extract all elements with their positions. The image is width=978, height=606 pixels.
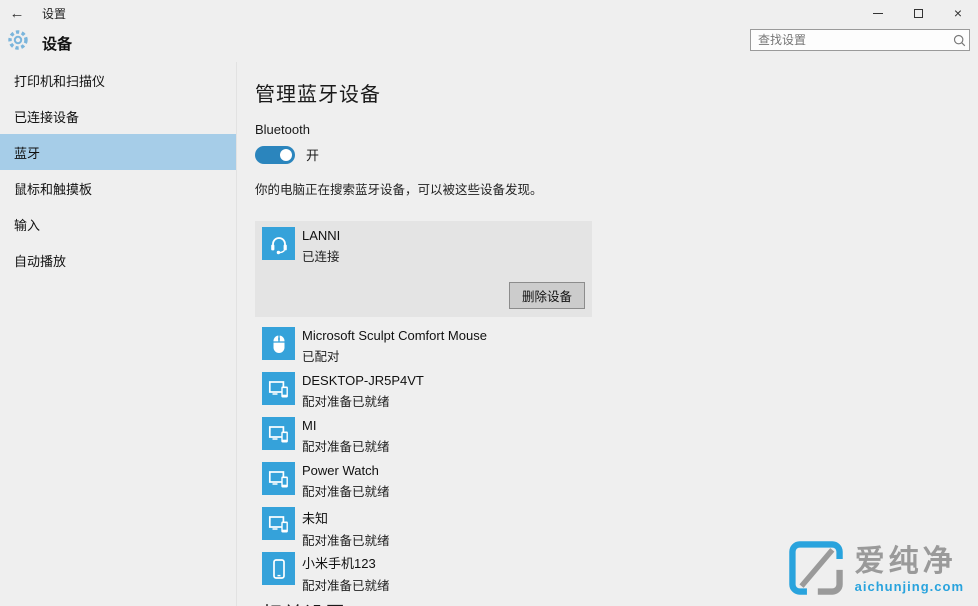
sidebar-item-printers-scanners[interactable]: 打印机和扫描仪	[0, 62, 236, 98]
bluetooth-toggle[interactable]	[255, 146, 295, 164]
page-heading: 管理蓝牙设备	[255, 78, 955, 107]
search-icon[interactable]	[949, 33, 969, 48]
watermark-brand: 爱纯净	[855, 547, 964, 577]
sidebar-item-bluetooth[interactable]: 蓝牙	[0, 134, 236, 170]
device-name: Power Watch	[302, 463, 390, 478]
close-button[interactable]: ×	[938, 0, 978, 26]
window-controls: ×	[858, 0, 978, 26]
bluetooth-toggle-row: 开	[255, 145, 955, 164]
device-row-mouse[interactable]: Microsoft Sculpt Comfort Mouse 已配对	[262, 327, 955, 360]
device-text: LANNI 已连接	[302, 227, 340, 265]
device-row-power-watch[interactable]: Power Watch 配对准备已就绪	[262, 462, 955, 495]
window-title: 设置	[42, 5, 66, 22]
remove-device-button[interactable]: 删除设备	[509, 282, 585, 309]
device-name: DESKTOP-JR5P4VT	[302, 373, 424, 388]
header: 设备	[0, 26, 978, 62]
minimize-button[interactable]	[858, 0, 898, 26]
device-name: LANNI	[302, 228, 340, 243]
close-icon: ×	[954, 6, 962, 20]
watermark: 爱纯净 aichunjing.com	[787, 539, 964, 602]
phone-icon	[262, 552, 295, 585]
maximize-icon	[914, 9, 923, 18]
device-name: 未知	[302, 508, 390, 527]
sidebar: 打印机和扫描仪 已连接设备 蓝牙 鼠标和触摸板 输入 自动播放	[0, 62, 237, 606]
minimize-icon	[873, 13, 883, 14]
device-status: 配对准备已就绪	[302, 436, 390, 455]
device-text: Microsoft Sculpt Comfort Mouse 已配对	[302, 327, 487, 360]
device-status: 配对准备已就绪	[302, 530, 390, 549]
selected-device-actions: 删除设备	[262, 282, 585, 309]
sidebar-item-typing[interactable]: 输入	[0, 206, 236, 242]
page-title: 设备	[42, 33, 72, 54]
headset-icon	[262, 227, 295, 260]
search-input[interactable]	[751, 33, 949, 47]
watermark-text: 爱纯净 aichunjing.com	[855, 547, 964, 594]
device-status: 配对准备已就绪	[302, 391, 424, 410]
watermark-logo-icon	[787, 539, 845, 602]
device-row-mi[interactable]: MI 配对准备已就绪	[262, 417, 955, 450]
pc-phone-icon	[262, 462, 295, 495]
watermark-domain: aichunjing.com	[855, 579, 964, 594]
pc-phone-icon	[262, 372, 295, 405]
device-status: 已连接	[302, 246, 340, 265]
sidebar-item-connected-devices[interactable]: 已连接设备	[0, 98, 236, 134]
device-row-desktop[interactable]: DESKTOP-JR5P4VT 配对准备已就绪	[262, 372, 955, 405]
device-row-unknown[interactable]: 未知 配对准备已就绪	[262, 507, 955, 540]
selected-device-block[interactable]: LANNI 已连接 删除设备	[255, 221, 592, 317]
mouse-icon	[262, 327, 295, 360]
gear-icon	[6, 28, 30, 57]
maximize-button[interactable]	[898, 0, 938, 26]
pc-phone-icon	[262, 417, 295, 450]
main-content: 管理蓝牙设备 Bluetooth 开 你的电脑正在搜索蓝牙设备，可以被这些设备发…	[255, 62, 955, 606]
device-text: MI 配对准备已就绪	[302, 417, 390, 450]
device-text: 小米手机123 配对准备已就绪	[302, 552, 390, 585]
device-text: 未知 配对准备已就绪	[302, 507, 390, 540]
bluetooth-description: 你的电脑正在搜索蓝牙设备，可以被这些设备发现。	[255, 179, 955, 198]
device-name: Microsoft Sculpt Comfort Mouse	[302, 328, 487, 343]
device-status: 配对准备已就绪	[302, 575, 390, 594]
back-arrow-icon[interactable]: ←	[0, 5, 34, 22]
device-name: MI	[302, 418, 390, 433]
bluetooth-label: Bluetooth	[255, 122, 955, 137]
device-text: DESKTOP-JR5P4VT 配对准备已就绪	[302, 372, 424, 405]
device-status: 配对准备已就绪	[302, 481, 390, 500]
pc-phone-icon	[262, 507, 295, 540]
device-row: LANNI 已连接	[262, 227, 585, 265]
sidebar-item-mouse-touchpad[interactable]: 鼠标和触摸板	[0, 170, 236, 206]
device-status: 已配对	[302, 346, 487, 365]
toggle-state-label: 开	[306, 145, 319, 164]
device-text: Power Watch 配对准备已就绪	[302, 462, 390, 495]
sidebar-item-autoplay[interactable]: 自动播放	[0, 242, 236, 278]
device-name: 小米手机123	[302, 553, 390, 572]
search-box	[750, 29, 970, 51]
toggle-knob	[280, 149, 292, 161]
titlebar: ← 设置 ×	[0, 0, 978, 26]
